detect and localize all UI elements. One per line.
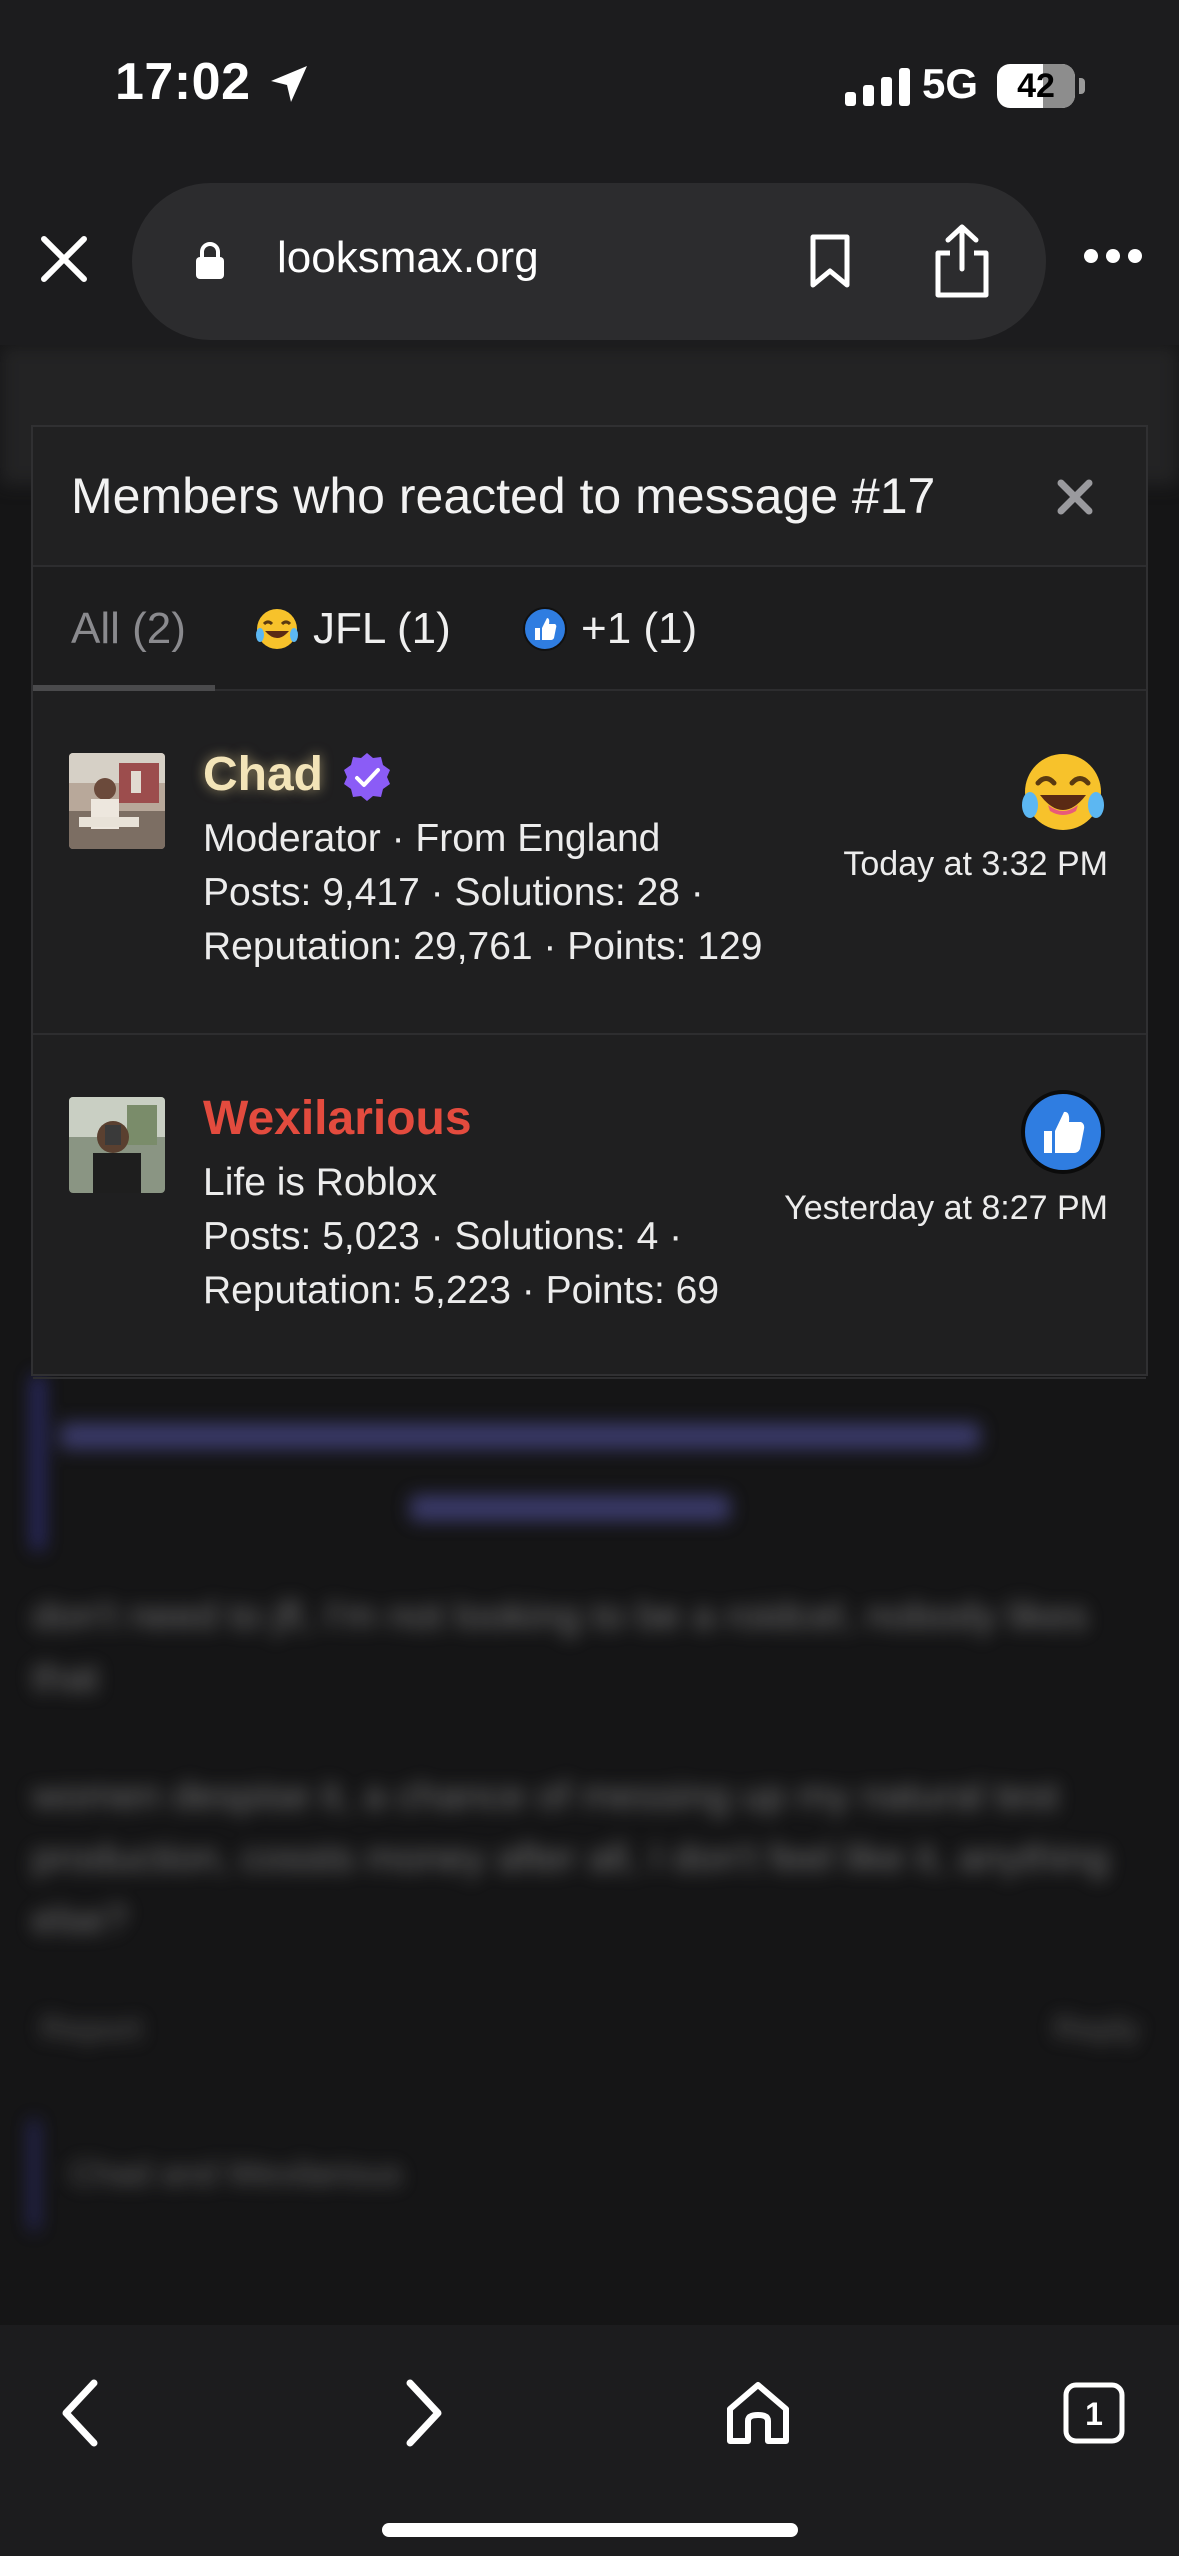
member-stats: Posts: 5,023 · Solutions: 4 · <box>203 1215 683 1258</box>
report-link[interactable]: Report <box>40 2010 142 2048</box>
dialog-title: Members who reacted to message #17 <box>71 468 936 524</box>
thumbs-up-icon <box>523 607 567 651</box>
member-stats: Reputation: 5,223 · Points: 69 <box>203 1269 720 1312</box>
tab-all-label: All (2) <box>71 604 186 653</box>
battery-icon: 42 <box>997 64 1085 108</box>
tab-plus-one-label: +1 (1) <box>581 604 698 653</box>
avatar[interactable] <box>69 1097 165 1193</box>
laughing-crying-emoji-icon <box>256 609 298 649</box>
member-stats: Posts: 9,417 · Solutions: 28 · <box>203 871 704 914</box>
member-row: Chad Moderator · From England Posts: 9,4… <box>33 691 1146 1035</box>
browser-toolbar: looksmax.org <box>0 170 1179 345</box>
forward-icon[interactable] <box>380 2373 460 2453</box>
home-icon[interactable] <box>718 2373 798 2453</box>
url-text: looksmax.org <box>277 233 539 282</box>
post-paragraph: don't need to jfl, I'm not looking to be… <box>32 1594 1088 1700</box>
location-arrow-icon <box>271 66 307 102</box>
reaction-tabs: All (2) JFL (1) +1 (1) <box>33 567 1146 691</box>
status-time: 17:02 <box>115 53 251 111</box>
bookmark-icon[interactable] <box>808 233 852 289</box>
status-bar: 17:02 5G 42 <box>0 0 1179 170</box>
tab-jfl[interactable]: JFL (1) <box>253 567 451 691</box>
reaction-time: Yesterday at 8:27 PM <box>784 1189 1108 1227</box>
tabs-icon[interactable]: 1 <box>1054 2373 1134 2453</box>
dialog-close-icon[interactable] <box>1055 477 1095 517</box>
avatar[interactable] <box>69 753 165 849</box>
reactions-dialog: Members who reacted to message #17 All (… <box>31 425 1148 1379</box>
browser-bottom-toolbar: 1 <box>0 2325 1179 2556</box>
close-icon[interactable] <box>38 233 90 285</box>
member-title: Moderator · From England <box>203 817 661 860</box>
network-type: 5G <box>922 60 979 107</box>
reactions-summary[interactable]: Chad and Wexilarious <box>70 2155 402 2194</box>
member-title: Life is Roblox <box>203 1161 438 1204</box>
tab-plus-one[interactable]: +1 (1) <box>521 567 697 691</box>
member-stats: Reputation: 29,761 · Points: 129 <box>203 925 763 968</box>
reply-link[interactable]: Reply <box>1053 2010 1140 2049</box>
home-indicator <box>382 2523 798 2537</box>
svg-text:1: 1 <box>1085 2396 1103 2432</box>
verified-badge-icon <box>344 753 390 801</box>
more-options-icon[interactable] <box>1084 249 1142 265</box>
back-icon[interactable] <box>44 2373 124 2453</box>
address-bar[interactable]: looksmax.org <box>132 183 1046 340</box>
member-name[interactable]: Chad <box>203 747 323 802</box>
tab-all[interactable]: All (2) <box>71 567 186 691</box>
share-icon[interactable] <box>932 223 992 299</box>
dialog-header: Members who reacted to message #17 <box>33 427 1146 567</box>
laughing-crying-emoji-icon <box>1022 754 1104 830</box>
thumbs-up-icon <box>1021 1090 1105 1174</box>
reaction-time: Today at 3:32 PM <box>843 845 1108 883</box>
post-paragraph: women despise it, a chance of messing up… <box>32 1774 1110 1942</box>
member-name[interactable]: Wexilarious <box>203 1091 472 1146</box>
battery-level: 42 <box>1017 66 1055 105</box>
cell-signal-icon <box>845 68 910 106</box>
lock-icon <box>196 242 224 279</box>
tab-jfl-label: JFL (1) <box>313 604 451 653</box>
member-row: Wexilarious Life is Roblox Posts: 5,023 … <box>33 1035 1146 1379</box>
